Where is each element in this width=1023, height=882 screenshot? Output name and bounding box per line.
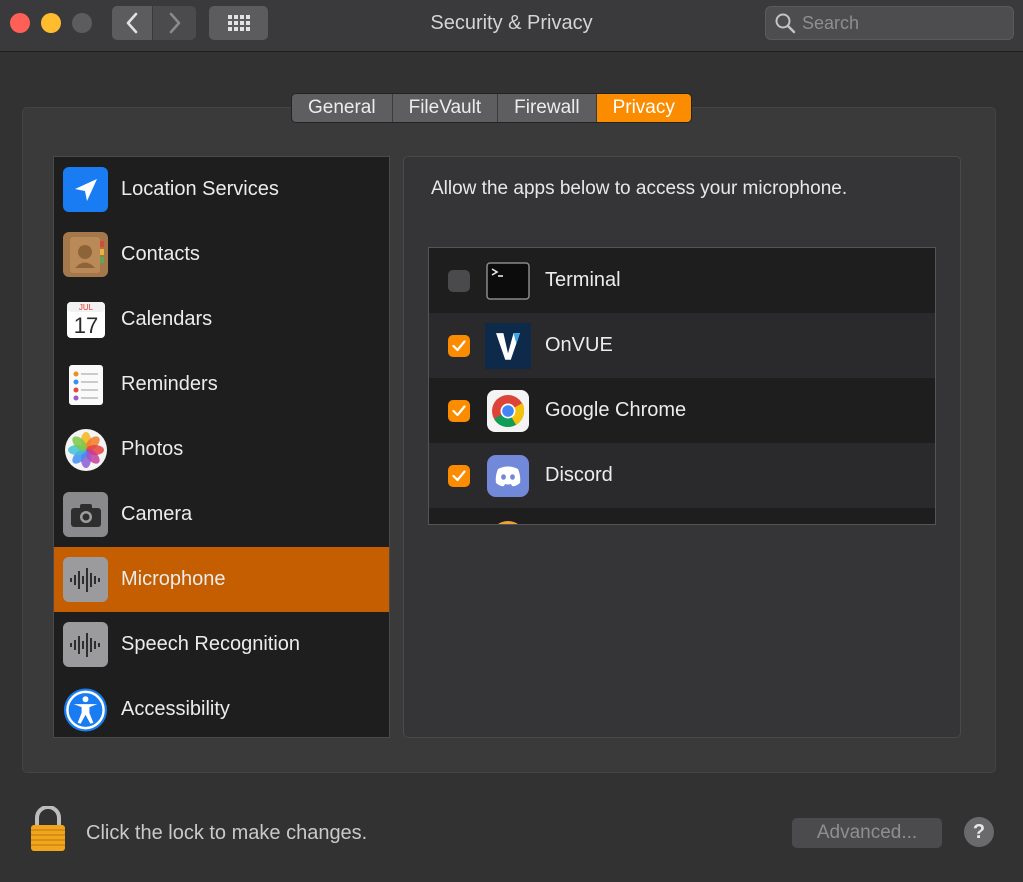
photos-flower-icon bbox=[63, 427, 108, 472]
search-field[interactable] bbox=[765, 6, 1014, 40]
app-checkbox[interactable] bbox=[448, 464, 470, 487]
app-name: OnVUE bbox=[545, 334, 613, 356]
reminders-list-icon bbox=[63, 362, 108, 407]
sidebar-item-label: Contacts bbox=[121, 243, 200, 265]
sidebar-item-microphone[interactable]: Microphone bbox=[54, 547, 389, 612]
chrome-logo-icon bbox=[485, 388, 531, 434]
app-checkbox[interactable] bbox=[448, 334, 470, 357]
checkmark-icon bbox=[452, 404, 466, 416]
location-arrow-icon bbox=[63, 167, 108, 212]
app-row-terminal[interactable]: Terminal bbox=[429, 248, 935, 313]
sidebar-item-label: Location Services bbox=[121, 178, 279, 200]
advanced-button[interactable]: Advanced... bbox=[792, 818, 942, 848]
tab-firewall[interactable]: Firewall bbox=[498, 94, 597, 122]
calendar-day-text: 17 bbox=[73, 313, 97, 338]
sidebar-item-label: Reminders bbox=[121, 373, 218, 395]
sidebar-item-accessibility[interactable]: Accessibility bbox=[54, 677, 389, 737]
search-input[interactable] bbox=[802, 12, 1002, 34]
speech-waveform-icon bbox=[63, 622, 108, 667]
sidebar-item-calendars[interactable]: JUL 17 Calendars bbox=[54, 287, 389, 352]
sidebar-item-label: Calendars bbox=[121, 308, 213, 330]
sidebar-item-contacts[interactable]: Contacts bbox=[54, 222, 389, 287]
sidebar-item-speech-recognition[interactable]: Speech Recognition bbox=[54, 612, 389, 677]
privacy-category-list[interactable]: Location Services Contacts JUL 17 Calend… bbox=[53, 156, 390, 738]
partial-app-icon bbox=[485, 518, 531, 524]
title-bar: Security & Privacy bbox=[0, 0, 1023, 52]
search-icon bbox=[775, 13, 796, 34]
lock-message: Click the lock to make changes. bbox=[86, 822, 368, 844]
app-checkbox[interactable] bbox=[448, 399, 470, 422]
microphone-waveform-icon bbox=[63, 557, 108, 602]
sidebar-item-photos[interactable]: Photos bbox=[54, 417, 389, 482]
tab-bar: General FileVault Firewall Privacy bbox=[291, 93, 692, 123]
checkmark-icon bbox=[452, 339, 466, 351]
sidebar-item-label: Speech Recognition bbox=[121, 633, 301, 655]
help-button[interactable]: ? bbox=[964, 817, 994, 847]
sidebar-item-label: Accessibility bbox=[121, 698, 230, 720]
detail-description: Allow the apps below to access your micr… bbox=[431, 178, 848, 199]
tab-filevault[interactable]: FileVault bbox=[392, 94, 499, 122]
sidebar-item-camera[interactable]: Camera bbox=[54, 482, 389, 547]
app-row-google-chrome[interactable]: Google Chrome bbox=[429, 378, 935, 443]
app-name: Terminal bbox=[545, 269, 621, 291]
app-row-discord[interactable]: Discord bbox=[429, 443, 935, 508]
terminal-icon bbox=[485, 258, 531, 304]
app-row-partial[interactable] bbox=[429, 508, 935, 524]
contacts-book-icon bbox=[63, 232, 108, 277]
app-name: Discord bbox=[545, 464, 613, 486]
checkmark-icon bbox=[452, 469, 466, 481]
camera-icon bbox=[63, 492, 108, 537]
calendar-month-text: JUL bbox=[78, 303, 93, 312]
sidebar-item-reminders[interactable]: Reminders bbox=[54, 352, 389, 417]
discord-logo-icon bbox=[485, 453, 531, 499]
calendar-icon: JUL 17 bbox=[63, 297, 108, 342]
accessibility-person-icon bbox=[63, 687, 108, 732]
sidebar-item-label: Camera bbox=[121, 503, 193, 525]
app-name: Google Chrome bbox=[545, 399, 687, 421]
onvue-logo-icon bbox=[485, 322, 531, 369]
sidebar-item-label: Microphone bbox=[121, 568, 226, 590]
tab-general[interactable]: General bbox=[292, 94, 393, 122]
tab-privacy[interactable]: Privacy bbox=[596, 94, 691, 122]
app-checkbox[interactable] bbox=[448, 269, 470, 292]
app-list[interactable]: Terminal OnVUE Google Chrome Discord bbox=[428, 247, 936, 525]
app-row-onvue[interactable]: OnVUE bbox=[429, 313, 935, 378]
sidebar-item-location-services[interactable]: Location Services bbox=[54, 157, 389, 222]
lock-icon[interactable] bbox=[28, 805, 68, 852]
sidebar-item-label: Photos bbox=[121, 438, 184, 460]
